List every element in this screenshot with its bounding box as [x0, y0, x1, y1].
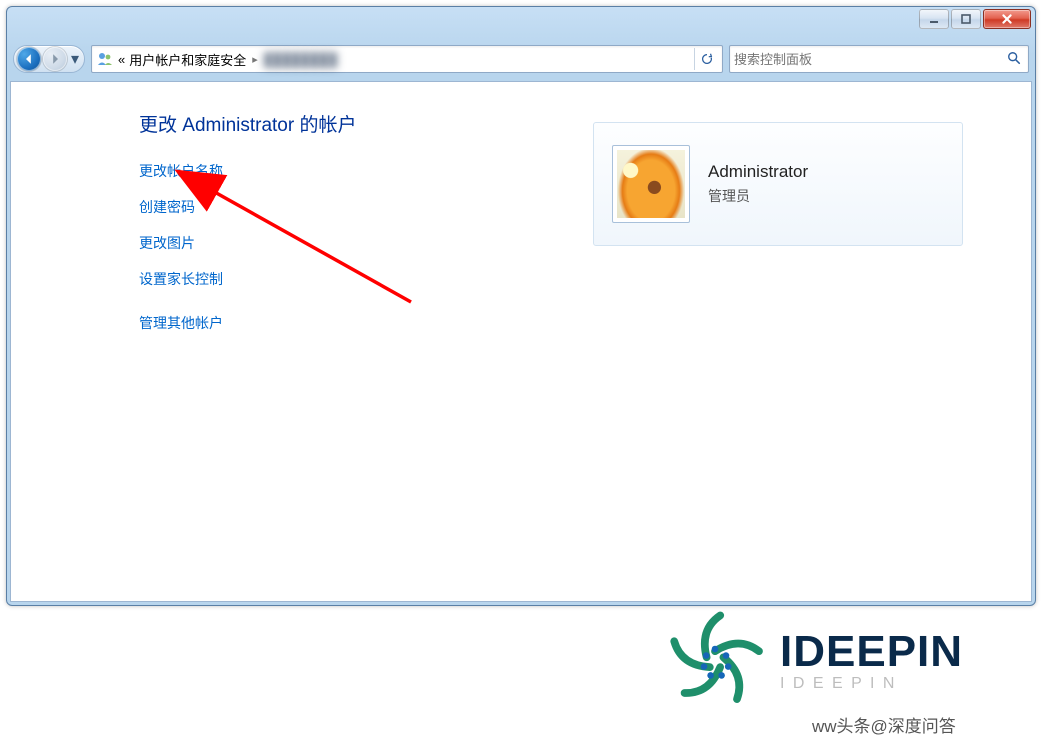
link-parental-controls[interactable]: 设置家长控制: [139, 269, 991, 289]
account-role: 管理员: [708, 186, 808, 206]
brand-title: IDEEPIN: [780, 627, 963, 677]
explorer-window: ▾ « 用户帐户和家庭安全 ▸ ████████: [6, 6, 1036, 606]
breadcrumb-separator: «: [118, 52, 125, 67]
history-dropdown[interactable]: ▾: [68, 45, 82, 73]
nav-row: ▾ « 用户帐户和家庭安全 ▸ ████████: [7, 39, 1035, 79]
link-manage-other[interactable]: 管理其他帐户: [139, 313, 991, 333]
close-button[interactable]: [983, 9, 1031, 29]
nav-buttons: ▾: [13, 45, 85, 73]
titlebar[interactable]: [7, 7, 1035, 39]
forward-button[interactable]: [43, 47, 67, 71]
account-info: Administrator 管理员: [708, 162, 808, 206]
maximize-button[interactable]: [951, 9, 981, 29]
account-card: Administrator 管理员: [593, 122, 963, 246]
refresh-button[interactable]: [694, 48, 718, 70]
address-bar[interactable]: « 用户帐户和家庭安全 ▸ ████████: [91, 45, 723, 73]
minimize-button[interactable]: [919, 9, 949, 29]
brand-subtitle: I D E E P I N: [780, 675, 963, 693]
search-box[interactable]: [729, 45, 1029, 73]
back-button[interactable]: [17, 47, 41, 71]
account-picture: [612, 145, 690, 223]
breadcrumb-arrow[interactable]: ▸: [252, 53, 258, 66]
account-name: Administrator: [708, 162, 808, 182]
breadcrumb-blurred: ████████: [264, 52, 338, 67]
search-input[interactable]: [734, 52, 1004, 67]
byline: ww头条@深度问答: [812, 712, 956, 737]
watermark-logo: IDEEPIN I D E E P I N: [660, 590, 1040, 730]
swirl-icon: [660, 605, 770, 715]
users-icon: [96, 50, 114, 68]
flower-icon: [617, 150, 685, 218]
content-area: 更改 Administrator 的帐户 更改帐户名称 创建密码 更改图片 设置…: [10, 81, 1032, 602]
breadcrumb-segment[interactable]: 用户帐户和家庭安全: [129, 50, 246, 69]
search-icon[interactable]: [1004, 51, 1024, 68]
window-controls: [919, 9, 1031, 29]
